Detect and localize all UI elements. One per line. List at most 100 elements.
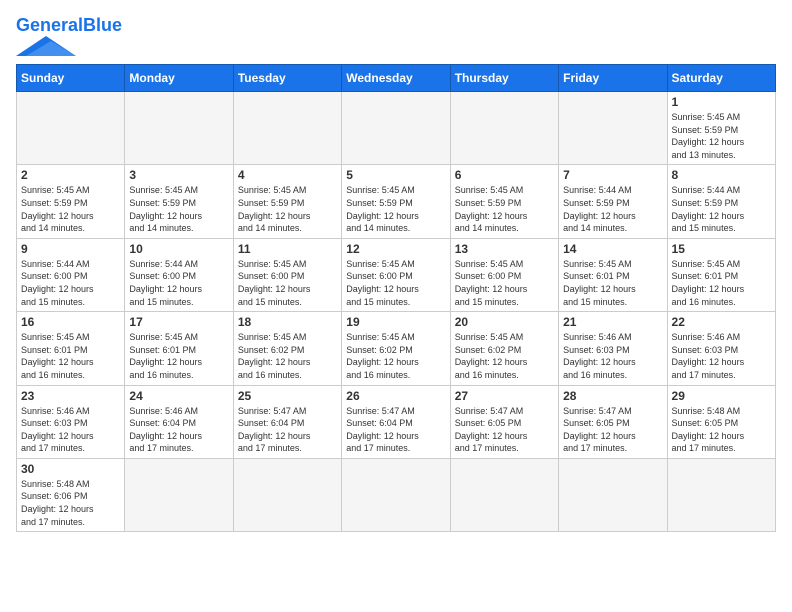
day-number: 26: [346, 389, 445, 403]
day-number: 1: [672, 95, 771, 109]
day-info: Sunrise: 5:45 AM Sunset: 6:00 PM Dayligh…: [455, 258, 554, 308]
day-info: Sunrise: 5:45 AM Sunset: 5:59 PM Dayligh…: [238, 184, 337, 234]
calendar-day-cell: 26 Sunrise: 5:47 AM Sunset: 6:04 PM Dayli…: [342, 385, 450, 458]
calendar-day-cell: 15 Sunrise: 5:45 AM Sunset: 6:01 PM Dayli…: [667, 238, 775, 311]
calendar-day-cell: 14 Sunrise: 5:45 AM Sunset: 6:01 PM Dayli…: [559, 238, 667, 311]
day-number: 21: [563, 315, 662, 329]
day-number: 22: [672, 315, 771, 329]
calendar-day-cell: [559, 458, 667, 531]
calendar-day-cell: 18 Sunrise: 5:45 AM Sunset: 6:02 PM Dayli…: [233, 312, 341, 385]
calendar-day-cell: [233, 92, 341, 165]
calendar-day-cell: 13 Sunrise: 5:45 AM Sunset: 6:00 PM Dayli…: [450, 238, 558, 311]
calendar-day-cell: 11 Sunrise: 5:45 AM Sunset: 6:00 PM Dayli…: [233, 238, 341, 311]
calendar-day-cell: 7 Sunrise: 5:44 AM Sunset: 5:59 PM Daylig…: [559, 165, 667, 238]
calendar-day-cell: 29 Sunrise: 5:48 AM Sunset: 6:05 PM Dayli…: [667, 385, 775, 458]
day-number: 12: [346, 242, 445, 256]
day-number: 14: [563, 242, 662, 256]
day-number: 16: [21, 315, 120, 329]
day-number: 19: [346, 315, 445, 329]
day-info: Sunrise: 5:44 AM Sunset: 6:00 PM Dayligh…: [21, 258, 120, 308]
day-info: Sunrise: 5:46 AM Sunset: 6:03 PM Dayligh…: [21, 405, 120, 455]
weekday-header-wednesday: Wednesday: [342, 65, 450, 92]
calendar-day-cell: 2Sunrise: 5:45 AM Sunset: 5:59 PM Daylig…: [17, 165, 125, 238]
day-number: 3: [129, 168, 228, 182]
calendar-table: SundayMondayTuesdayWednesdayThursdayFrid…: [16, 64, 776, 532]
day-number: 20: [455, 315, 554, 329]
day-info: Sunrise: 5:45 AM Sunset: 6:01 PM Dayligh…: [672, 258, 771, 308]
day-number: 4: [238, 168, 337, 182]
calendar-day-cell: 10Sunrise: 5:44 AM Sunset: 6:00 PM Dayli…: [125, 238, 233, 311]
day-info: Sunrise: 5:45 AM Sunset: 6:01 PM Dayligh…: [21, 331, 120, 381]
day-number: 27: [455, 389, 554, 403]
day-info: Sunrise: 5:44 AM Sunset: 5:59 PM Dayligh…: [563, 184, 662, 234]
day-number: 15: [672, 242, 771, 256]
calendar-day-cell: [667, 458, 775, 531]
calendar-day-cell: 20Sunrise: 5:45 AM Sunset: 6:02 PM Dayli…: [450, 312, 558, 385]
day-number: 9: [21, 242, 120, 256]
weekday-header-saturday: Saturday: [667, 65, 775, 92]
calendar-day-cell: 24Sunrise: 5:46 AM Sunset: 6:04 PM Dayli…: [125, 385, 233, 458]
day-number: 2: [21, 168, 120, 182]
weekday-header-tuesday: Tuesday: [233, 65, 341, 92]
calendar-day-cell: [450, 92, 558, 165]
day-number: 6: [455, 168, 554, 182]
day-info: Sunrise: 5:45 AM Sunset: 6:01 PM Dayligh…: [129, 331, 228, 381]
calendar-day-cell: 17 Sunrise: 5:45 AM Sunset: 6:01 PM Dayli…: [125, 312, 233, 385]
day-info: Sunrise: 5:45 AM Sunset: 5:59 PM Dayligh…: [672, 111, 771, 161]
calendar-day-cell: 19Sunrise: 5:45 AM Sunset: 6:02 PM Dayli…: [342, 312, 450, 385]
calendar-day-cell: 12 Sunrise: 5:45 AM Sunset: 6:00 PM Dayli…: [342, 238, 450, 311]
logo-blue: Blue: [83, 15, 122, 35]
weekday-header-friday: Friday: [559, 65, 667, 92]
calendar-day-cell: [559, 92, 667, 165]
day-info: Sunrise: 5:45 AM Sunset: 5:59 PM Dayligh…: [455, 184, 554, 234]
day-number: 24: [129, 389, 228, 403]
day-info: Sunrise: 5:46 AM Sunset: 6:03 PM Dayligh…: [563, 331, 662, 381]
calendar-week-row: 23 Sunrise: 5:46 AM Sunset: 6:03 PM Dayli…: [17, 385, 776, 458]
logo-icon: [16, 36, 76, 56]
day-number: 11: [238, 242, 337, 256]
day-info: Sunrise: 5:47 AM Sunset: 6:04 PM Dayligh…: [238, 405, 337, 455]
calendar-day-cell: [125, 458, 233, 531]
day-info: Sunrise: 5:45 AM Sunset: 6:02 PM Dayligh…: [238, 331, 337, 381]
calendar-day-cell: [125, 92, 233, 165]
calendar-day-cell: 21 Sunrise: 5:46 AM Sunset: 6:03 PM Dayli…: [559, 312, 667, 385]
day-info: Sunrise: 5:48 AM Sunset: 6:05 PM Dayligh…: [672, 405, 771, 455]
calendar-week-row: 16 Sunrise: 5:45 AM Sunset: 6:01 PM Dayli…: [17, 312, 776, 385]
day-info: Sunrise: 5:47 AM Sunset: 6:04 PM Dayligh…: [346, 405, 445, 455]
day-info: Sunrise: 5:47 AM Sunset: 6:05 PM Dayligh…: [455, 405, 554, 455]
calendar-day-cell: [342, 92, 450, 165]
calendar-day-cell: 23 Sunrise: 5:46 AM Sunset: 6:03 PM Dayli…: [17, 385, 125, 458]
day-number: 10: [129, 242, 228, 256]
day-info: Sunrise: 5:45 AM Sunset: 6:00 PM Dayligh…: [346, 258, 445, 308]
calendar-day-cell: [450, 458, 558, 531]
page-header: GeneralBlue: [16, 16, 776, 56]
day-number: 18: [238, 315, 337, 329]
weekday-header-monday: Monday: [125, 65, 233, 92]
day-number: 29: [672, 389, 771, 403]
day-number: 23: [21, 389, 120, 403]
day-info: Sunrise: 5:44 AM Sunset: 5:59 PM Dayligh…: [672, 184, 771, 234]
day-number: 13: [455, 242, 554, 256]
calendar-day-cell: 16 Sunrise: 5:45 AM Sunset: 6:01 PM Dayli…: [17, 312, 125, 385]
day-number: 28: [563, 389, 662, 403]
day-number: 17: [129, 315, 228, 329]
day-info: Sunrise: 5:45 AM Sunset: 6:01 PM Dayligh…: [563, 258, 662, 308]
calendar-day-cell: 4 Sunrise: 5:45 AM Sunset: 5:59 PM Daylig…: [233, 165, 341, 238]
weekday-header-thursday: Thursday: [450, 65, 558, 92]
calendar-week-row: 9 Sunrise: 5:44 AM Sunset: 6:00 PM Daylig…: [17, 238, 776, 311]
calendar-day-cell: 9 Sunrise: 5:44 AM Sunset: 6:00 PM Daylig…: [17, 238, 125, 311]
day-info: Sunrise: 5:48 AM Sunset: 6:06 PM Dayligh…: [21, 478, 120, 528]
day-number: 5: [346, 168, 445, 182]
logo-text: GeneralBlue: [16, 16, 122, 34]
calendar-day-cell: 28Sunrise: 5:47 AM Sunset: 6:05 PM Dayli…: [559, 385, 667, 458]
day-info: Sunrise: 5:45 AM Sunset: 5:59 PM Dayligh…: [129, 184, 228, 234]
logo: GeneralBlue: [16, 16, 122, 56]
day-info: Sunrise: 5:45 AM Sunset: 6:00 PM Dayligh…: [238, 258, 337, 308]
calendar-week-row: 30Sunrise: 5:48 AM Sunset: 6:06 PM Dayli…: [17, 458, 776, 531]
calendar-week-row: 2 Sunrise: 5:45 AM Sunset: 5:59 PM Daylig…: [17, 165, 776, 238]
calendar-day-cell: 1 Sunrise: 5:45 AM Sunset: 5:59 PM Daylig…: [667, 92, 775, 165]
day-number: 7: [563, 168, 662, 182]
calendar-week-row: 1 Sunrise: 5:45 AM Sunset: 5:59 PM Daylig…: [17, 92, 776, 165]
weekday-header-row: SundayMondayTuesdayWednesdayThursdayFrid…: [17, 65, 776, 92]
calendar-day-cell: 6 Sunrise: 5:45 AM Sunset: 5:59 PM Daylig…: [450, 165, 558, 238]
